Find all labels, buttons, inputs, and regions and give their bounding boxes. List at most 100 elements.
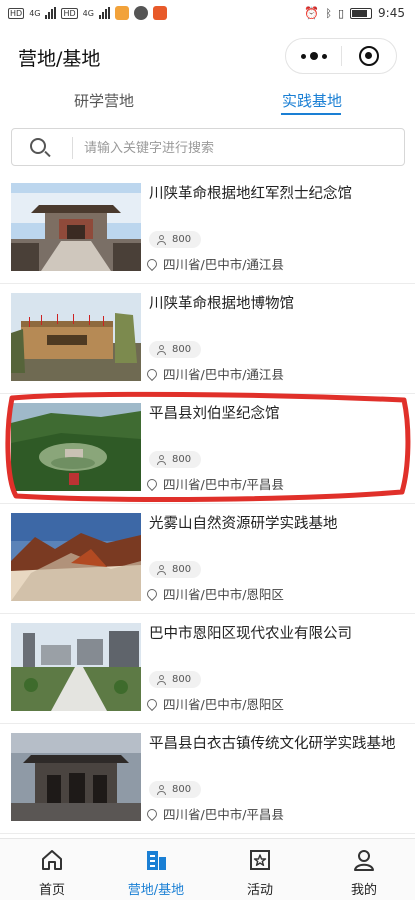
- visitor-count-badge: 800: [149, 561, 202, 578]
- person-icon: [157, 234, 166, 245]
- bluetooth-icon: ᛒ: [325, 6, 332, 20]
- more-button[interactable]: [286, 39, 341, 73]
- building-icon: [147, 851, 166, 870]
- nav-label: 首页: [38, 883, 65, 898]
- status-left: HD 4G HD 4G: [8, 6, 167, 20]
- venue-name: 川陕革命根据地红军烈士纪念馆: [149, 186, 352, 202]
- person-icon: [157, 564, 166, 575]
- taobao-app-icon: [152, 6, 167, 20]
- visitor-count: 800: [172, 564, 192, 575]
- bottom-nav: 首页 营地/基地 活动 我的: [0, 838, 415, 900]
- person-icon: [354, 850, 374, 871]
- close-miniprogram-button[interactable]: [342, 46, 396, 66]
- venue-name: 平昌县刘伯坚纪念馆: [149, 406, 280, 422]
- search-bar: [11, 128, 405, 166]
- nav-home[interactable]: 首页: [0, 839, 104, 900]
- venue-name: 川陕革命根据地博物馆: [149, 296, 294, 312]
- visitor-count: 800: [172, 784, 192, 795]
- venue-thumbnail: [11, 623, 141, 711]
- venue-location: 四川省/巴中市/恩阳区: [144, 694, 284, 713]
- venue-location: 四川省/巴中市/平昌县: [144, 804, 284, 823]
- search-icon[interactable]: [30, 138, 46, 154]
- location-text: 四川省/巴中市/恩阳区: [163, 587, 284, 602]
- divider: [0, 833, 415, 834]
- list-item[interactable]: 巴中市恩阳区现代农业有限公司 800 四川省/巴中市/恩阳区: [0, 614, 415, 724]
- network-type-2: 4G: [82, 8, 94, 18]
- target-icon: [359, 46, 379, 66]
- venue-name: 平昌县白衣古镇传统文化研学实践基地: [149, 736, 396, 752]
- notification-app-icon: [114, 6, 129, 20]
- more-dot-icon: [321, 53, 327, 59]
- venue-thumbnail: [11, 403, 141, 491]
- venue-location: 四川省/巴中市/平昌县: [144, 474, 284, 493]
- home-icon: [42, 850, 62, 870]
- person-icon: [157, 344, 166, 355]
- star-calendar-icon: [250, 850, 270, 870]
- venue-location: 四川省/巴中市/通江县: [144, 254, 284, 273]
- list-item[interactable]: 光雾山自然资源研学实践基地 800 四川省/巴中市/恩阳区: [0, 504, 415, 614]
- more-dot-icon: [309, 52, 318, 60]
- venue-name: 光雾山自然资源研学实践基地: [149, 516, 338, 532]
- visitor-count-badge: 800: [149, 341, 202, 358]
- nav-profile[interactable]: 我的: [312, 839, 415, 900]
- venue-thumbnail: [11, 513, 141, 601]
- hd-badge-2: HD: [61, 7, 78, 19]
- visitor-count: 800: [172, 454, 192, 465]
- list-item[interactable]: 平昌县刘伯坚纪念馆 800 四川省/巴中市/平昌县: [0, 394, 415, 504]
- nav-label: 活动: [246, 883, 273, 898]
- clock: 9:45: [378, 6, 405, 20]
- location-text: 四川省/巴中市/平昌县: [163, 477, 284, 492]
- location-text: 四川省/巴中市/平昌县: [163, 807, 284, 822]
- list-item[interactable]: 川陕革命根据地红军烈士纪念馆 800 四川省/巴中市/通江县: [0, 174, 415, 284]
- venue-name: 巴中市恩阳区现代农业有限公司: [149, 626, 352, 642]
- location-pin-icon: [144, 696, 160, 711]
- category-tabs: 研学营地 实践基地: [0, 86, 415, 122]
- network-type: 4G: [29, 8, 41, 18]
- venue-thumbnail: [11, 293, 141, 381]
- venue-thumbnail: [11, 733, 141, 821]
- visitor-count-badge: 800: [149, 231, 202, 248]
- status-right: ⏰ ᛒ ▯ 9:45: [304, 6, 405, 20]
- location-text: 四川省/巴中市/通江县: [163, 367, 284, 382]
- nav-label: 我的: [350, 883, 377, 898]
- chat-app-icon: [133, 6, 148, 20]
- tab-practice-base[interactable]: 实践基地: [281, 90, 343, 111]
- alarm-icon: ⏰: [304, 6, 320, 20]
- nav-label: 营地/基地: [127, 883, 185, 898]
- venue-location: 四川省/巴中市/通江县: [144, 364, 284, 383]
- person-icon: [157, 454, 166, 465]
- signal-icon: [45, 7, 57, 19]
- person-icon: [157, 784, 166, 795]
- venue-thumbnail: [11, 183, 141, 271]
- page-title: 营地/基地: [18, 48, 101, 70]
- visitor-count: 800: [172, 344, 192, 355]
- location-pin-icon: [144, 256, 160, 271]
- signal-icon-2: [98, 7, 110, 19]
- nav-camp-base[interactable]: 营地/基地: [104, 839, 208, 900]
- more-dot-icon: [300, 53, 306, 59]
- location-pin-icon: [144, 586, 160, 601]
- location-text: 四川省/巴中市/恩阳区: [163, 697, 284, 712]
- tab-study-camp[interactable]: 研学营地: [74, 90, 134, 111]
- visitor-count-badge: 800: [149, 781, 202, 798]
- nav-activities[interactable]: 活动: [208, 839, 312, 900]
- venue-location: 四川省/巴中市/恩阳区: [144, 584, 284, 603]
- visitor-count: 800: [172, 674, 192, 685]
- battery-icon: [350, 7, 373, 19]
- visitor-count-badge: 800: [149, 451, 202, 468]
- search-divider: [72, 137, 73, 159]
- location-pin-icon: [144, 476, 160, 491]
- location-text: 四川省/巴中市/通江县: [163, 257, 284, 272]
- location-pin-icon: [144, 806, 160, 821]
- active-tab-indicator: [281, 113, 341, 115]
- list-item[interactable]: 川陕革命根据地博物馆 800 四川省/巴中市/通江县: [0, 284, 415, 394]
- hd-badge: HD: [8, 7, 25, 19]
- visitor-count: 800: [172, 234, 192, 245]
- status-bar: HD 4G HD 4G ⏰ ᛒ ▯ 9:45: [0, 0, 415, 30]
- list-item[interactable]: 平昌县白衣古镇传统文化研学实践基地 800 四川省/巴中市/平昌县: [0, 724, 415, 834]
- search-input[interactable]: [84, 137, 384, 159]
- title-bar: 营地/基地: [0, 30, 415, 84]
- person-icon: [157, 674, 166, 685]
- visitor-count-badge: 800: [149, 671, 202, 688]
- vibrate-icon: ▯: [337, 6, 345, 20]
